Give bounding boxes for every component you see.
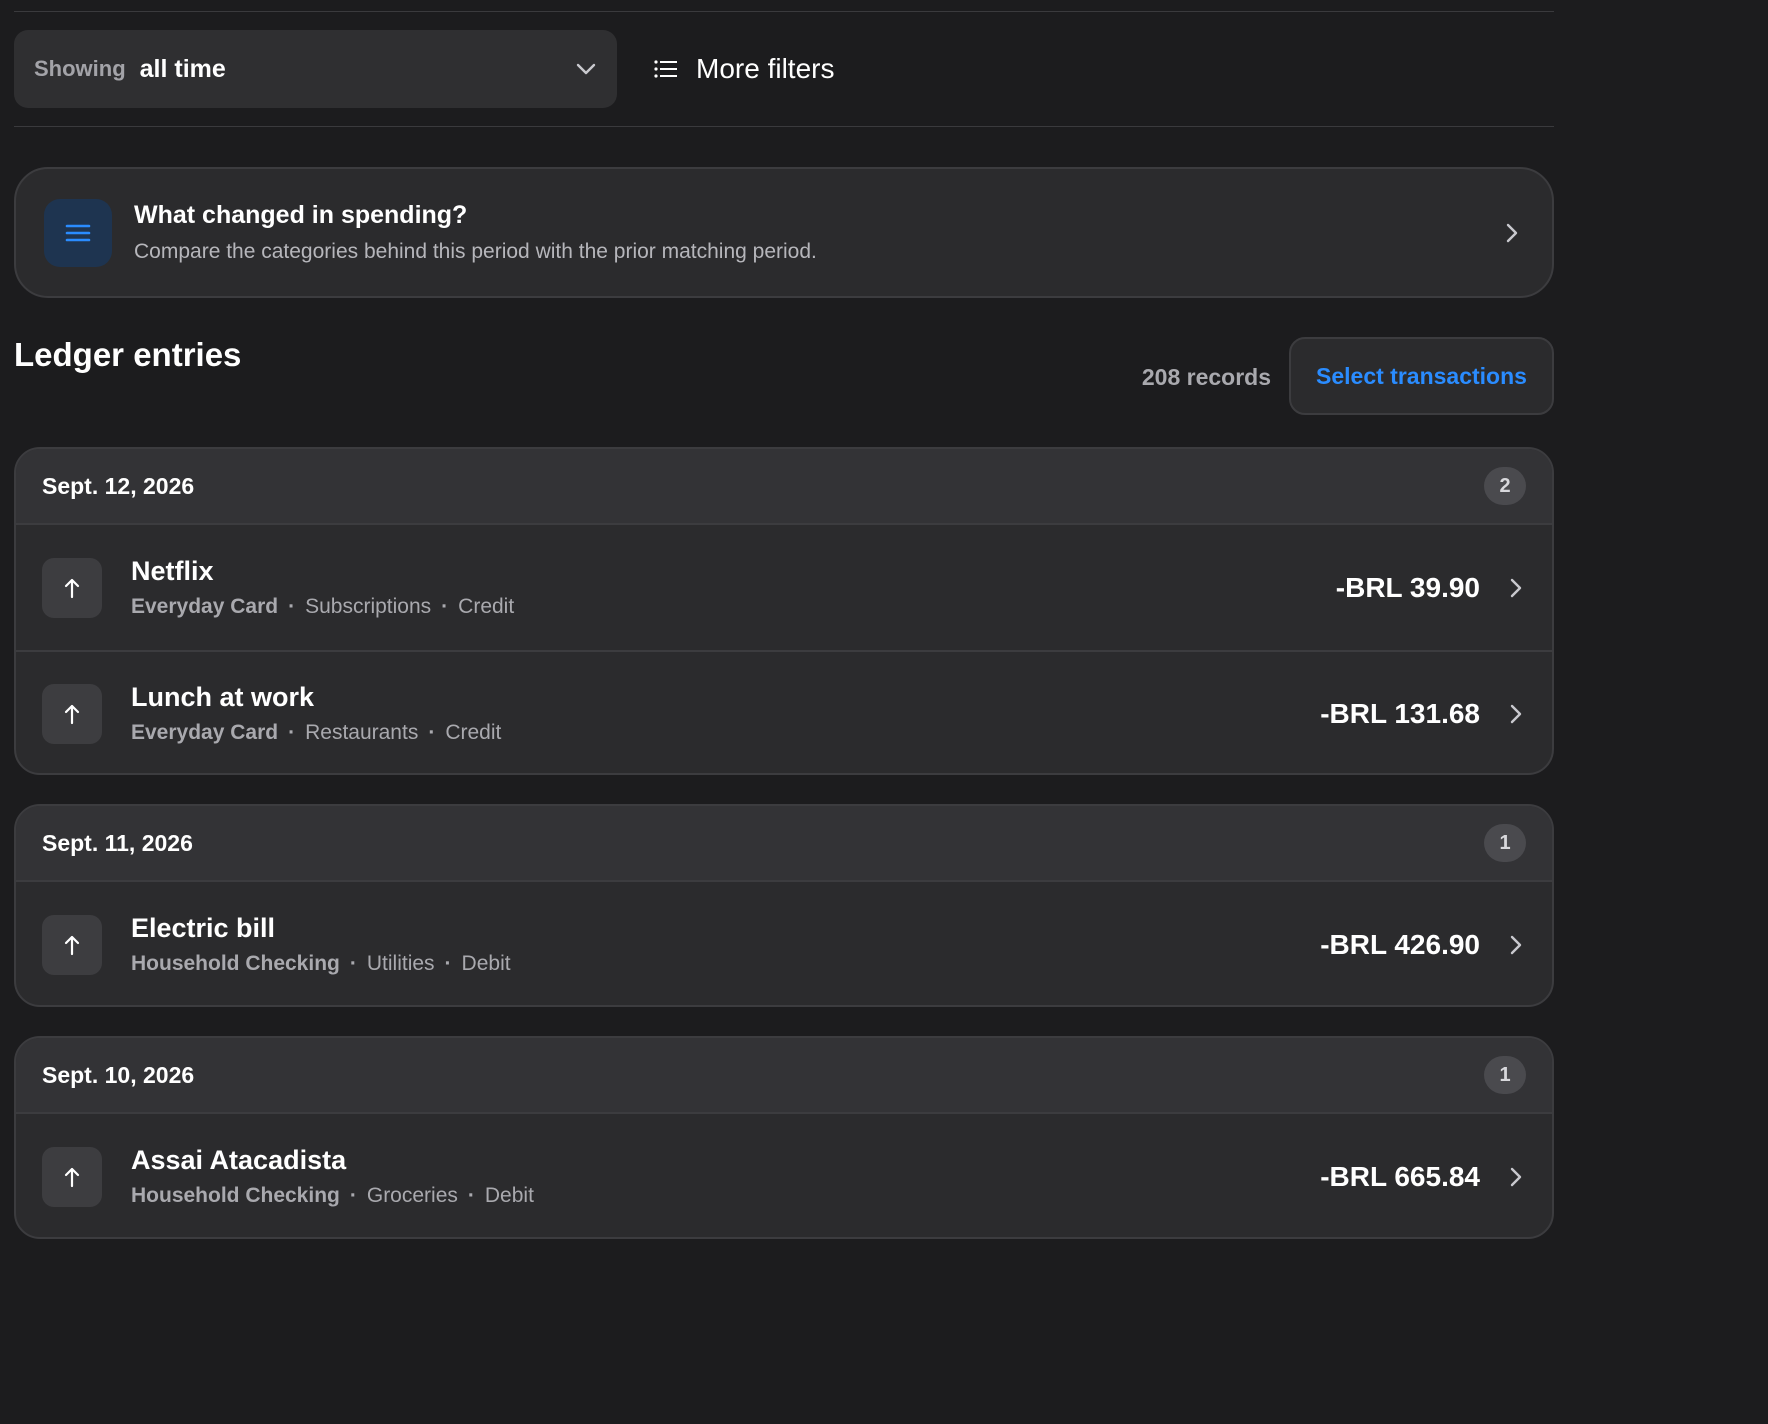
transaction-amount: -BRL 665.84 xyxy=(1320,1160,1480,1192)
top-divider xyxy=(14,11,1554,12)
chevron-right-icon xyxy=(1500,221,1524,245)
chevron-right-icon xyxy=(1506,702,1526,726)
chevron-right-icon xyxy=(1506,1165,1526,1189)
period-prefix: Showing xyxy=(34,56,126,81)
transaction-name: Assai Atacadista xyxy=(131,1145,347,1175)
transaction-meta: Household Checking · Groceries · Debit xyxy=(131,1184,1320,1208)
transaction-type: Credit xyxy=(445,721,502,744)
list-icon xyxy=(44,198,112,267)
spending-insight-card[interactable]: What changed in spending? Compare the ca… xyxy=(14,167,1554,298)
group-count-badge: 1 xyxy=(1484,1056,1526,1094)
transaction-row[interactable]: Assai Atacadista Household Checking · Gr… xyxy=(16,1114,1552,1237)
meta-separator: · xyxy=(444,952,452,975)
transaction-category: Subscriptions xyxy=(305,595,432,618)
transactions-page: Showing all time More filters What chang… xyxy=(0,0,1568,1263)
group-header: Sept. 12, 2026 2 xyxy=(16,449,1552,525)
date-group: Sept. 12, 2026 2 Netflix Everyday Card ·… xyxy=(14,447,1554,775)
more-filters-button[interactable]: More filters xyxy=(654,30,834,108)
transaction-amount: -BRL 131.68 xyxy=(1320,697,1480,729)
transaction-account: Household Checking xyxy=(131,1184,340,1207)
meta-separator: · xyxy=(441,595,449,618)
meta-separator: · xyxy=(288,721,296,744)
group-header: Sept. 10, 2026 1 xyxy=(16,1038,1552,1114)
group-date: Sept. 11, 2026 xyxy=(42,829,193,856)
list-icon xyxy=(654,57,678,81)
select-transactions-button[interactable]: Select transactions xyxy=(1289,337,1554,415)
filters-divider xyxy=(14,126,1554,127)
date-group: Sept. 10, 2026 1 Assai Atacadista Househ… xyxy=(14,1036,1554,1239)
transaction-meta: Everyday Card · Restaurants · Credit xyxy=(131,721,1320,745)
period-select[interactable]: Showing all time xyxy=(14,30,617,108)
transaction-body: Electric bill Household Checking · Utili… xyxy=(131,913,1320,976)
ledger-title: Ledger entries xyxy=(14,336,242,373)
transaction-body: Assai Atacadista Household Checking · Gr… xyxy=(131,1145,1320,1208)
group-count-badge: 2 xyxy=(1484,467,1526,505)
more-filters-label: More filters xyxy=(696,53,835,84)
chevron-right-icon xyxy=(1506,576,1526,600)
insight-title: What changed in spending? xyxy=(134,201,468,229)
transaction-amount: -BRL 426.90 xyxy=(1320,928,1480,960)
group-date: Sept. 12, 2026 xyxy=(42,472,195,499)
transaction-category: Restaurants xyxy=(305,721,419,744)
insight-subtitle: Compare the categories behind this perio… xyxy=(134,240,817,263)
transaction-name: Netflix xyxy=(131,556,214,586)
meta-separator: · xyxy=(288,595,296,618)
transaction-type: Credit xyxy=(458,595,515,618)
date-group: Sept. 11, 2026 1 Electric bill Household… xyxy=(14,804,1554,1007)
transaction-meta: Household Checking · Utilities · Debit xyxy=(131,952,1320,976)
arrow-up-icon xyxy=(42,683,102,744)
transaction-body: Lunch at work Everyday Card · Restaurant… xyxy=(131,682,1320,745)
transaction-name: Electric bill xyxy=(131,913,276,943)
transaction-category: Utilities xyxy=(366,952,435,975)
transaction-type: Debit xyxy=(461,952,511,975)
arrow-up-icon xyxy=(42,557,102,618)
period-value: all time xyxy=(139,54,226,83)
transaction-type: Debit xyxy=(484,1184,534,1207)
transaction-name: Lunch at work xyxy=(131,682,315,712)
group-header: Sept. 11, 2026 1 xyxy=(16,806,1552,882)
meta-separator: · xyxy=(349,952,357,975)
group-date: Sept. 10, 2026 xyxy=(42,1061,195,1088)
transaction-account: Everyday Card xyxy=(131,721,279,744)
transaction-category: Groceries xyxy=(366,1184,458,1207)
meta-separator: · xyxy=(467,1184,475,1207)
transaction-account: Everyday Card xyxy=(131,595,279,618)
transaction-row[interactable]: Lunch at work Everyday Card · Restaurant… xyxy=(16,650,1552,773)
transaction-amount: -BRL 39.90 xyxy=(1335,571,1480,603)
chevron-down-icon xyxy=(575,58,597,80)
arrow-up-icon xyxy=(42,1146,102,1207)
transaction-row[interactable]: Electric bill Household Checking · Utili… xyxy=(16,882,1552,1005)
group-count-badge: 1 xyxy=(1484,824,1526,862)
transaction-meta: Everyday Card · Subscriptions · Credit xyxy=(131,595,1336,619)
transaction-body: Netflix Everyday Card · Subscriptions · … xyxy=(131,556,1336,619)
arrow-up-icon xyxy=(42,914,102,975)
transaction-account: Household Checking xyxy=(131,952,340,975)
insight-text: What changed in spending? Compare the ca… xyxy=(134,201,1500,264)
chevron-right-icon xyxy=(1506,933,1526,957)
records-count: 208 records xyxy=(1141,364,1271,390)
meta-separator: · xyxy=(428,721,436,744)
transaction-row[interactable]: Netflix Everyday Card · Subscriptions · … xyxy=(16,525,1552,650)
meta-separator: · xyxy=(349,1184,357,1207)
